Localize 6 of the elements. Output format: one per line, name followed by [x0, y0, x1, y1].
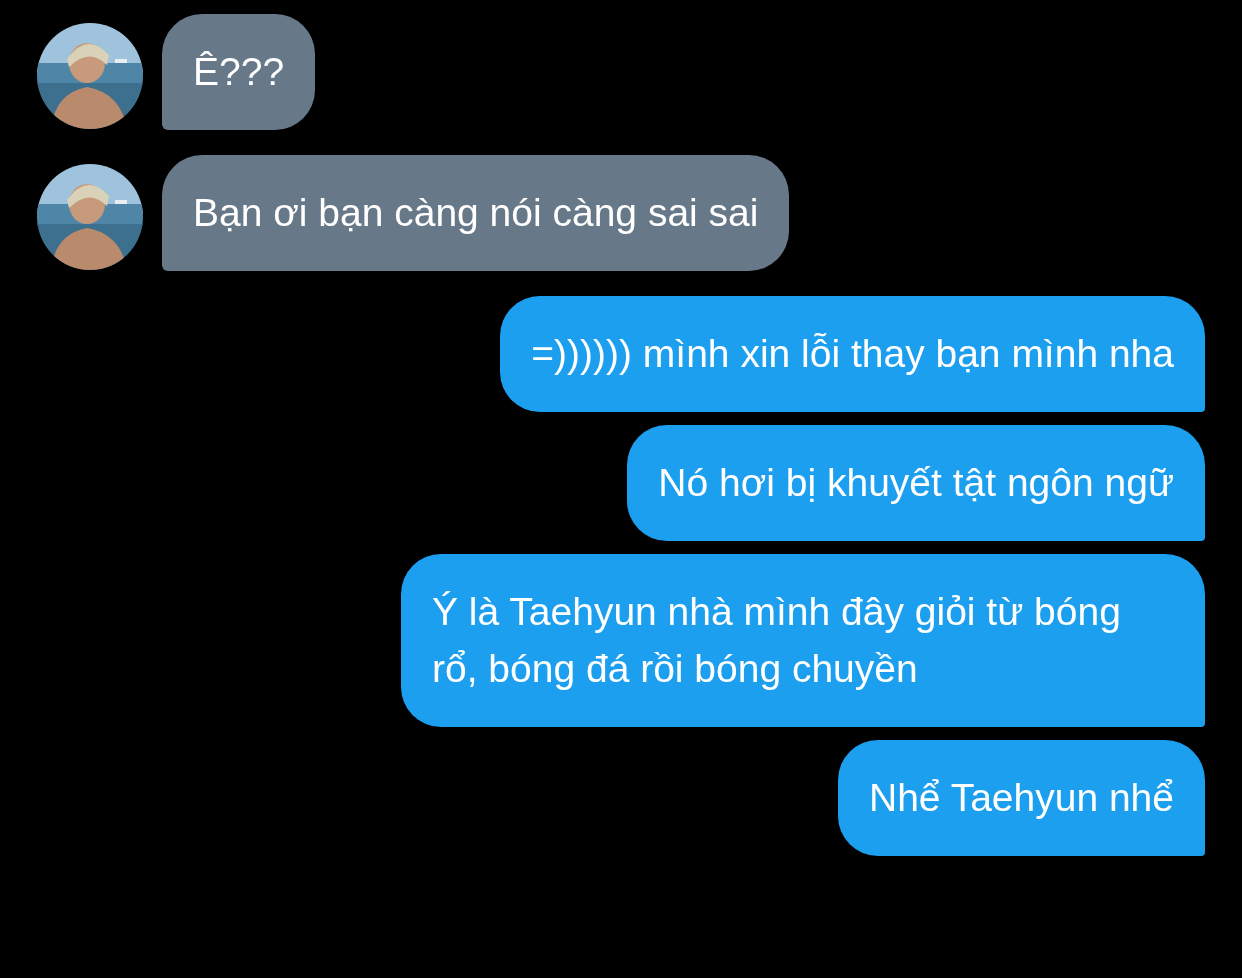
- message-bubble: Bạn ơi bạn càng nói càng sai sai: [162, 155, 790, 271]
- message-bubble: Nó hơi bị khuyết tật ngôn ngữ: [627, 425, 1205, 541]
- message-bubble: =)))))) mình xin lỗi thay bạn mình nha: [500, 296, 1205, 412]
- message-bubble: Ý là Taehyun nhà mình đây giỏi từ bóng rổ, bóng đá rồi bóng chuyền: [401, 554, 1205, 727]
- message-bubble: Ê???: [162, 14, 316, 130]
- message-bubble: Nhể Taehyun nhể: [837, 740, 1205, 856]
